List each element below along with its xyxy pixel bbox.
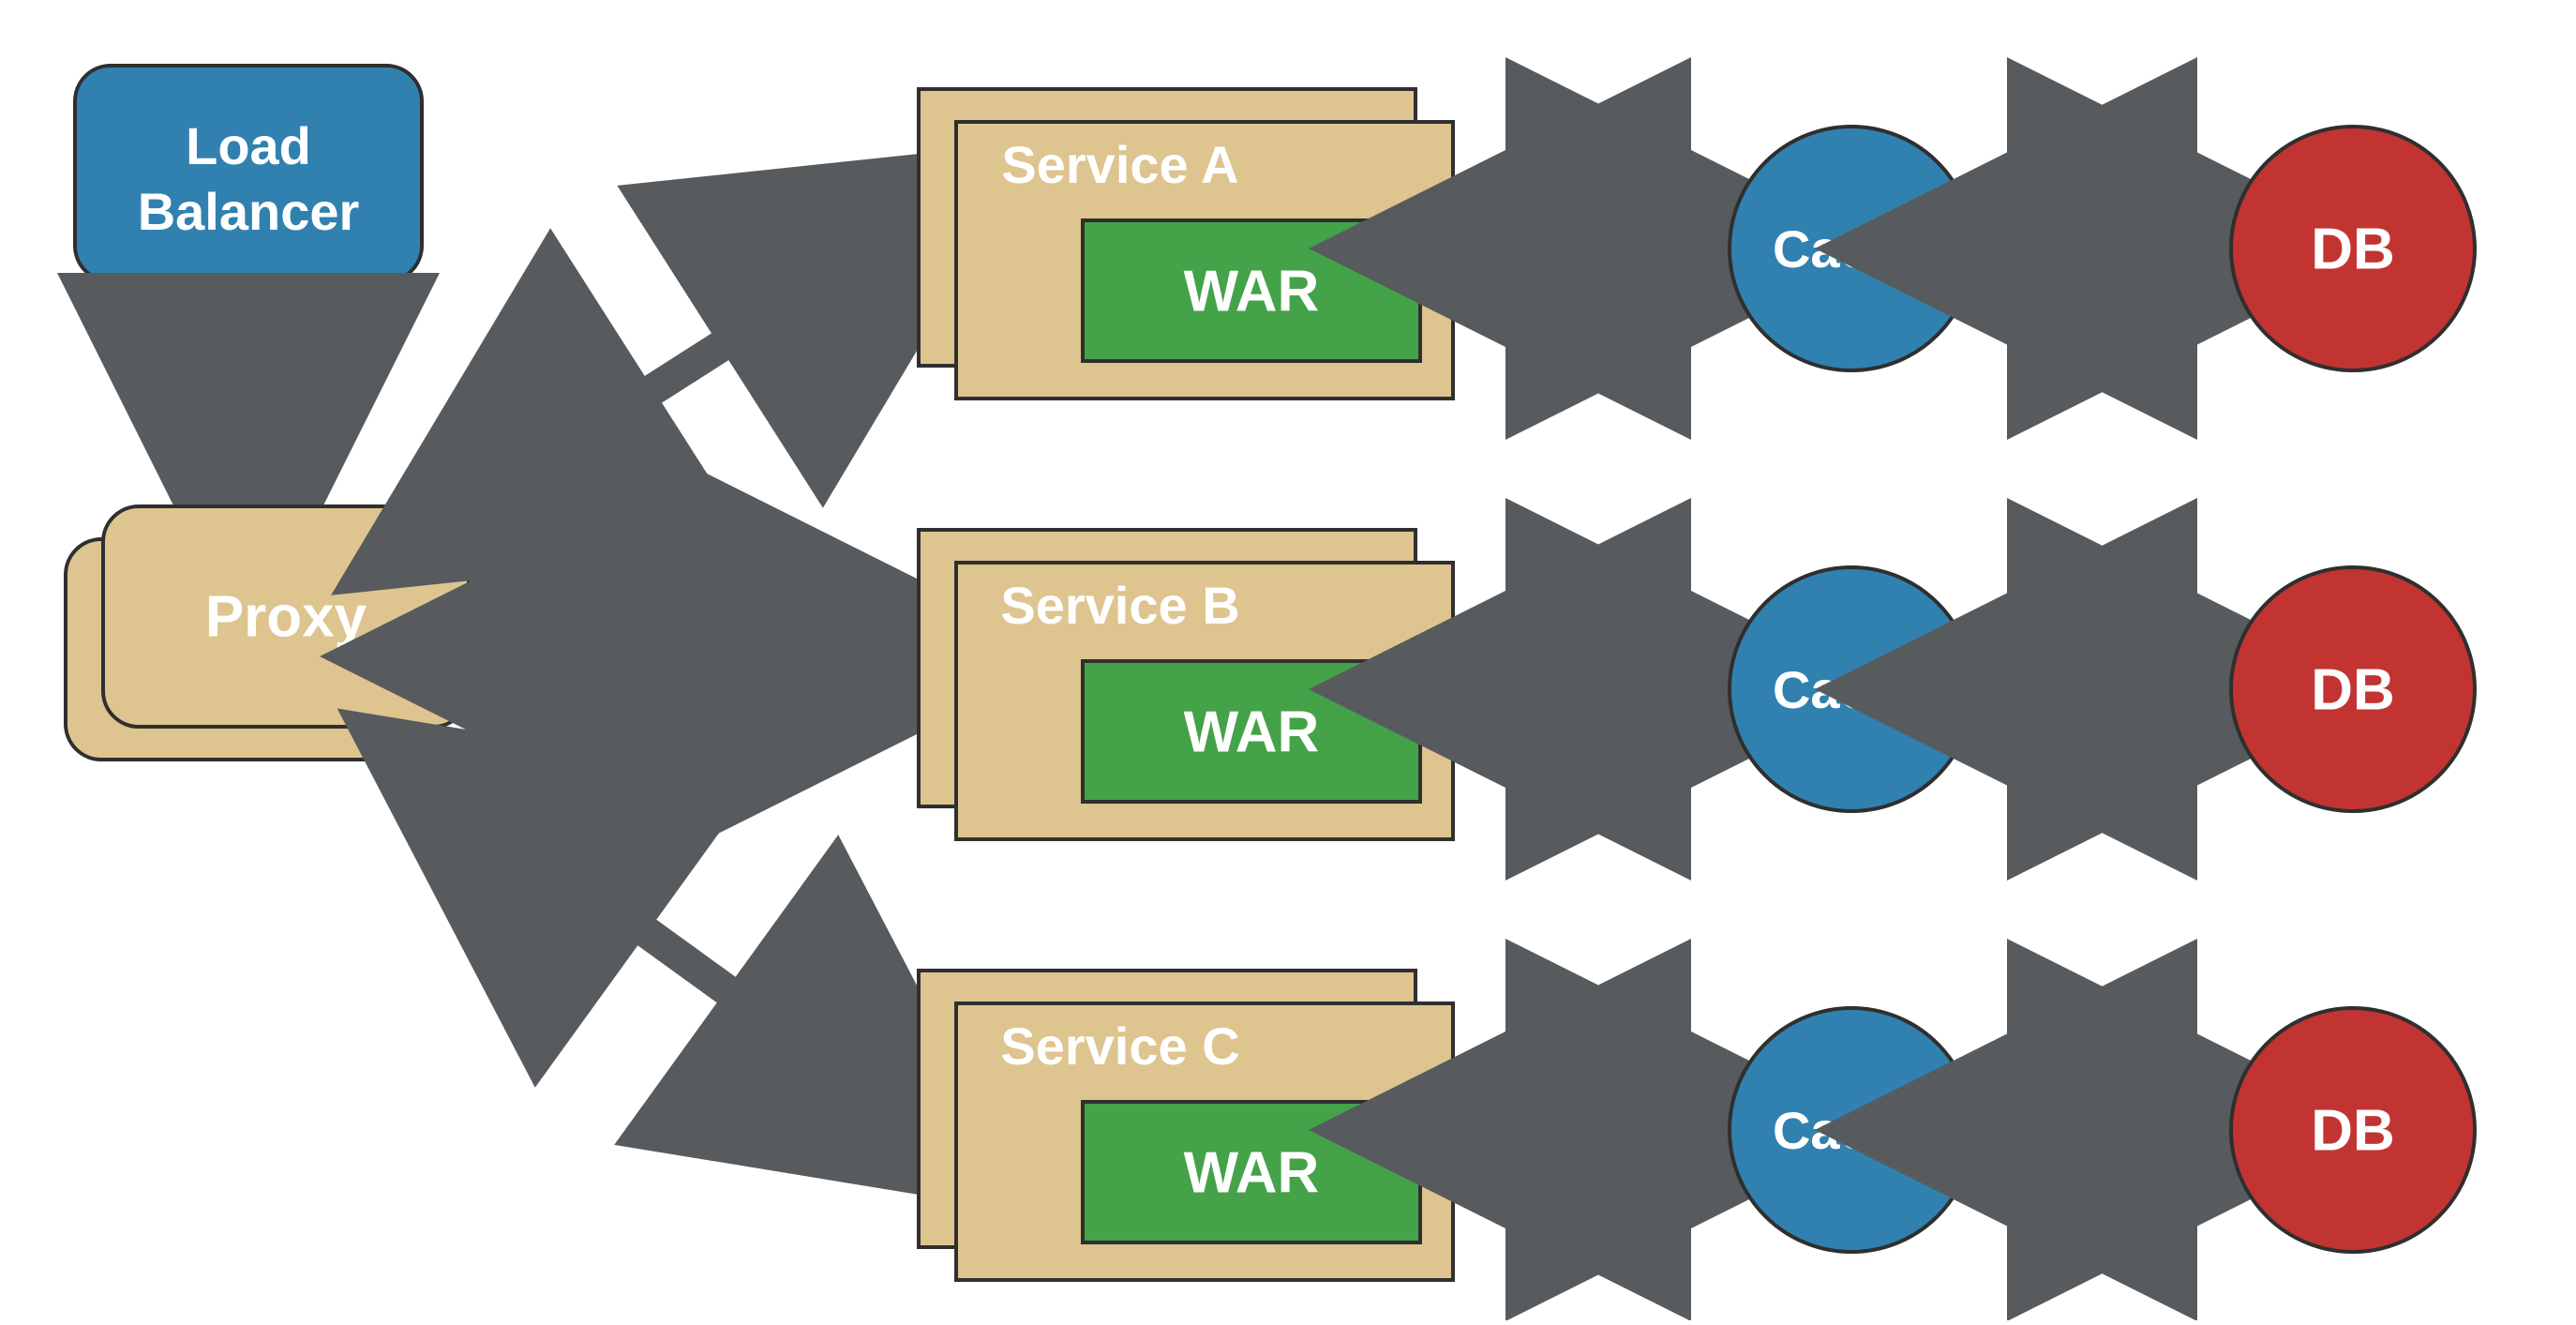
service-b-row: Service B WAR Cache DB bbox=[919, 530, 2475, 839]
load-balancer-node: Load Balancer bbox=[75, 66, 422, 281]
service-c-label: Service C bbox=[1000, 1016, 1239, 1076]
cache-a-label: Cache bbox=[1773, 219, 1930, 279]
service-c-war-label: WAR bbox=[1184, 1140, 1320, 1205]
proxy-node: Proxy bbox=[66, 506, 469, 760]
load-balancer-label-2: Balancer bbox=[138, 182, 360, 241]
load-balancer-label-1: Load bbox=[186, 116, 311, 175]
service-c-row: Service C WAR Cache DB bbox=[919, 971, 2475, 1280]
cache-b-label: Cache bbox=[1773, 660, 1930, 719]
db-c-label: DB bbox=[2311, 1098, 2395, 1163]
service-b-war-label: WAR bbox=[1184, 700, 1320, 764]
architecture-diagram: Load Balancer Proxy Service A WAR Cache bbox=[0, 0, 2576, 1320]
cache-c-label: Cache bbox=[1773, 1101, 1930, 1160]
service-a-row: Service A WAR Cache DB bbox=[919, 89, 2475, 399]
db-b-label: DB bbox=[2311, 657, 2395, 722]
arrow-proxy-service-c bbox=[492, 821, 881, 1102]
db-a-label: DB bbox=[2311, 217, 2395, 281]
arrow-proxy-service-a bbox=[492, 244, 881, 492]
service-b-label: Service B bbox=[1000, 576, 1239, 635]
service-a-label: Service A bbox=[1001, 135, 1238, 194]
proxy-label: Proxy bbox=[205, 584, 367, 649]
service-a-war-label: WAR bbox=[1184, 259, 1320, 324]
